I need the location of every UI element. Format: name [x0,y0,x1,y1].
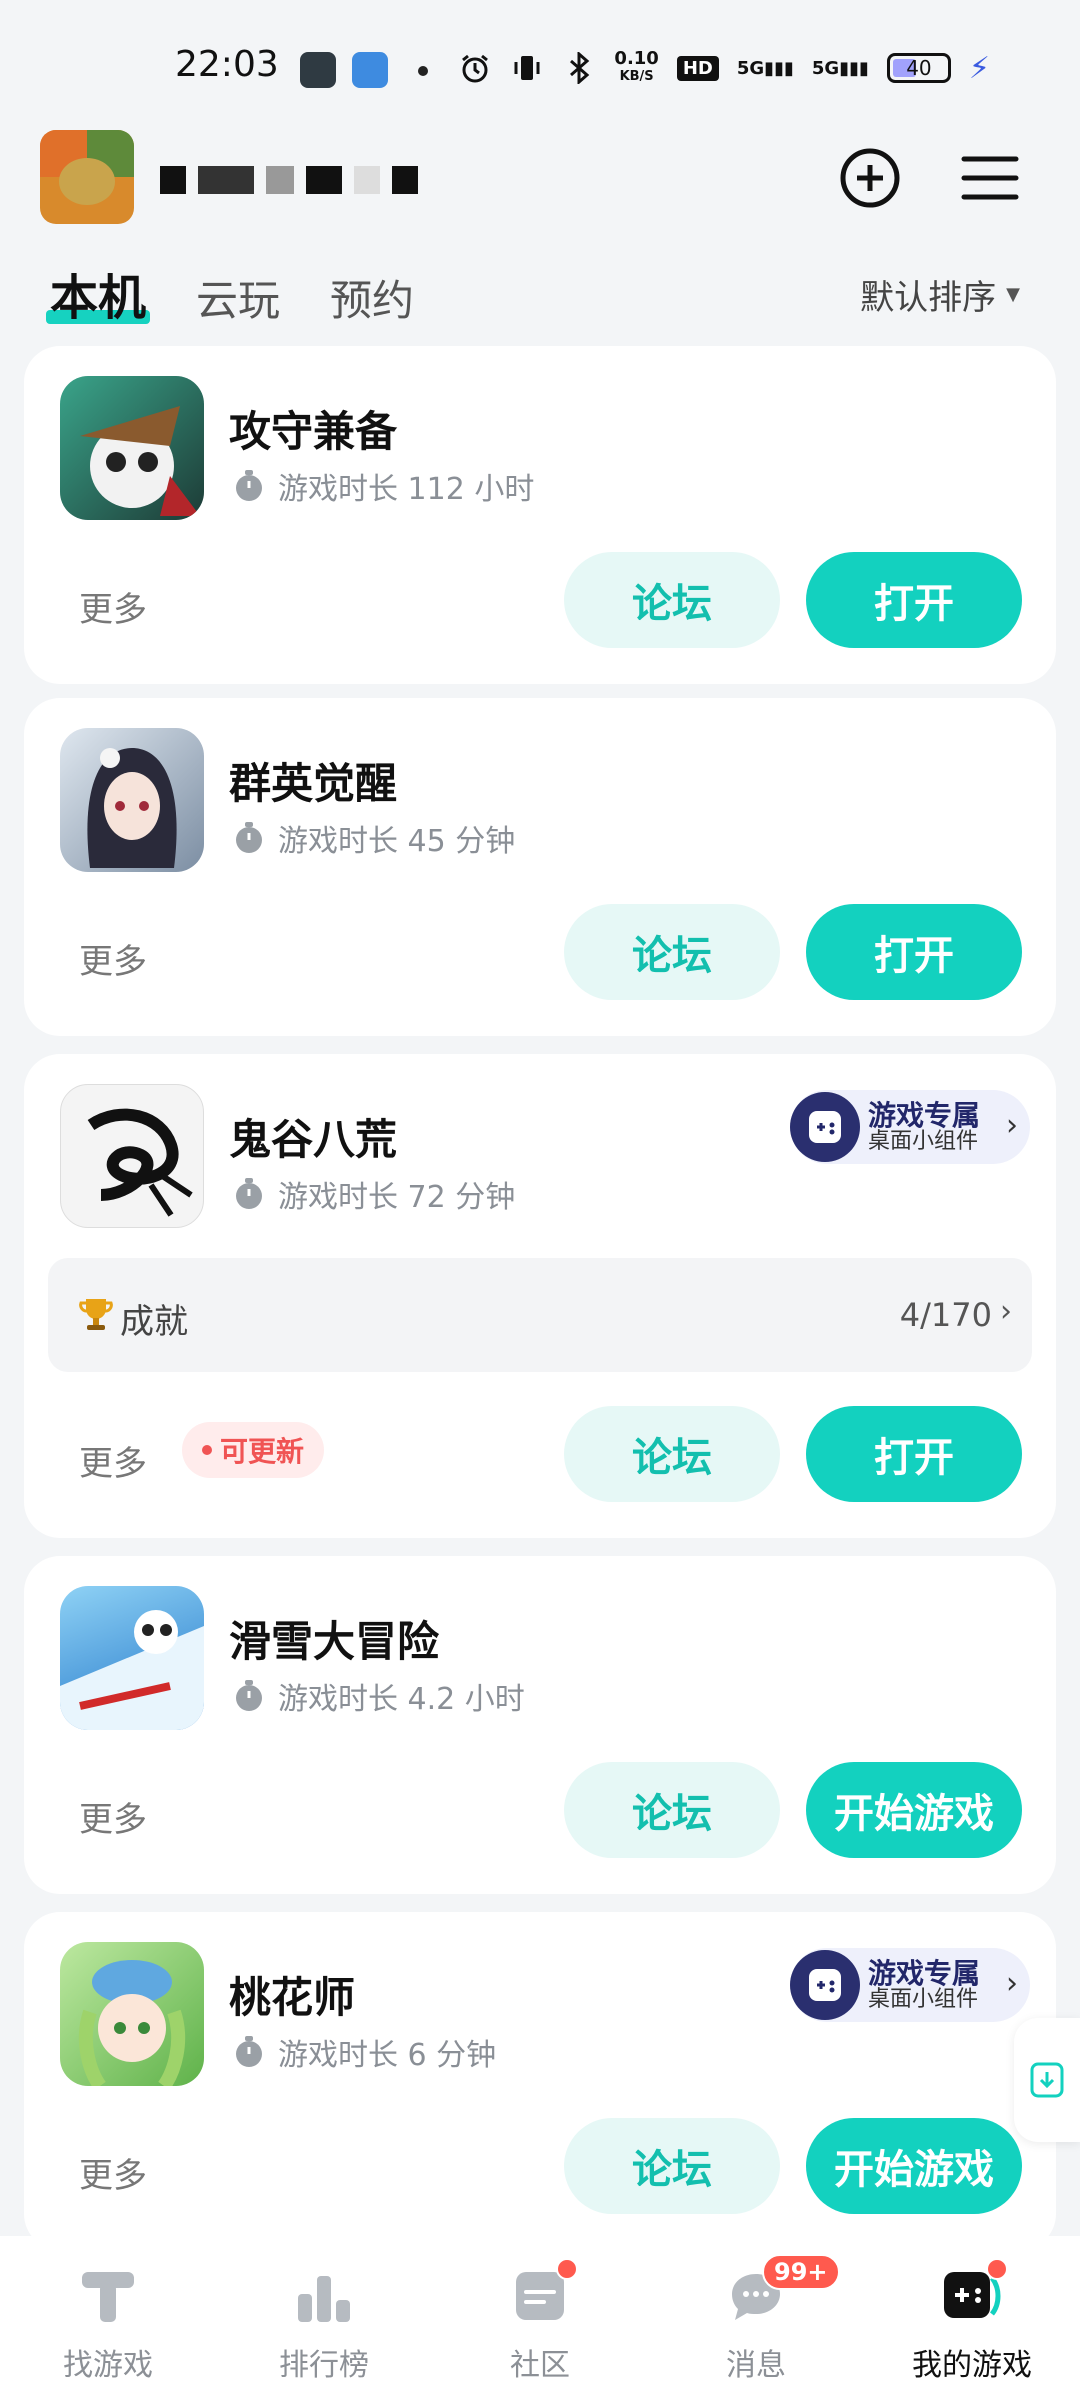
ranking-icon [292,2264,356,2328]
username-redacted [160,166,418,194]
vibrate-icon [510,51,544,85]
timer-icon [236,1680,262,1711]
playtime: 游戏时长 72 分钟 [232,1172,515,1216]
game-icon[interactable] [60,1084,204,1228]
chevron-right-icon: › [1000,1294,1012,1329]
alarm-icon [458,51,492,85]
forum-button[interactable]: 论坛 [564,1406,780,1502]
game-icon[interactable] [60,376,204,520]
game-card: 群英觉醒 游戏时长 45 分钟 更多 论坛 打开 [24,698,1056,1036]
user-avatar[interactable] [40,130,134,224]
game-icon[interactable] [60,728,204,872]
download-icon [1030,2062,1064,2098]
game-icon[interactable] [60,1586,204,1730]
start-game-button[interactable]: 开始游戏 [806,2118,1022,2214]
charging-icon: ⚡ [968,50,990,86]
forum-button[interactable]: 论坛 [564,1762,780,1858]
game-icon[interactable] [60,1942,204,2086]
sort-label: 默认排序 [860,278,997,318]
chevron-right-icon: › [1006,1108,1018,1143]
nav-rankings[interactable]: 排行榜 [216,2236,432,2400]
forum-button[interactable]: 论坛 [564,904,780,1000]
tab-local[interactable]: 本机 [45,258,151,328]
net-speed: 0.10 KB/S [614,48,659,85]
trophy-icon [78,1295,114,1342]
desktop-widget-badge[interactable]: 游戏专属 桌面小组件 › [790,1090,1030,1164]
game-card: 桃花师 游戏时长 6 分钟 游戏专属 桌面小组件 › 更多 论坛 开始游戏 [24,1912,1056,2250]
playtime: 游戏时长 4.2 小时 [232,1674,525,1718]
timer-icon [236,2036,262,2067]
community-icon [508,2258,578,2328]
achievement-count: 4/170 [899,1296,992,1334]
game-card: 滑雪大冒险 游戏时长 4.2 小时 更多 论坛 开始游戏 [24,1556,1056,1894]
bottom-navigation: 找游戏 排行榜 社区 99+ 消息 我的游戏 [0,2236,1080,2400]
game-tabs: 本机 云玩 预约 [45,258,414,328]
notification-app-icon [352,52,388,88]
notification-dot [556,2258,578,2280]
sort-dropdown[interactable]: 默认排序 ▼ [860,270,1020,319]
chevron-right-icon: › [1006,1966,1018,2001]
game-title: 滑雪大冒险 [229,1617,440,1666]
open-button[interactable]: 打开 [806,904,1022,1000]
playtime: 游戏时长 112 小时 [232,464,534,508]
add-icon[interactable] [838,146,902,210]
playtime: 游戏时长 6 分钟 [232,2030,496,2074]
hd-voice-icon: HD [676,55,719,81]
playtime: 游戏时长 45 分钟 [232,816,515,860]
status-time: 22:03 [175,44,279,85]
timer-icon [236,1178,262,1209]
more-link[interactable]: 更多 [79,2148,147,2197]
game-title: 鬼谷八荒 [229,1115,398,1164]
more-link[interactable]: 更多 [79,582,147,631]
find-games-icon [76,2264,140,2328]
my-games-icon [940,2258,1008,2328]
notification-app-icon [300,52,336,88]
gamepad-icon [790,1092,860,1162]
more-notifications-dot [418,66,428,76]
update-badge[interactable]: 可更新 [182,1422,325,1478]
more-link[interactable]: 更多 [79,934,147,983]
message-icon: 99+ [724,2254,840,2328]
more-link[interactable]: 更多 [79,1436,147,1485]
battery-icon: 40 [886,53,951,83]
game-card: 攻守兼备 游戏时长 112 小时 更多 论坛 打开 [24,346,1056,684]
more-link[interactable]: 更多 [79,1792,147,1841]
status-icons: 0.10 KB/S HD 5G▮▮▮ 5G▮▮▮ 40 ⚡ [458,50,990,86]
signal-icon: 5G▮▮▮ [736,57,794,79]
status-bar: 22:03 0.10 KB/S HD 5G▮▮▮ 5G▮▮▮ 40 ⚡ [0,0,1080,120]
widget-title: 游戏专属 [868,1956,981,1990]
signal-icon: 5G▮▮▮ [811,57,869,79]
game-title: 攻守兼备 [229,407,398,456]
forum-button[interactable]: 论坛 [564,552,780,648]
forum-button[interactable]: 论坛 [564,2118,780,2214]
timer-icon [236,822,262,853]
dot-icon [202,1445,212,1455]
timer-icon [236,470,262,501]
tab-cloud-play[interactable]: 云玩 [196,267,280,328]
nav-messages[interactable]: 99+ 消息 [648,2236,864,2400]
start-game-button[interactable]: 开始游戏 [806,1762,1022,1858]
gamepad-icon [790,1950,860,2020]
open-button[interactable]: 打开 [806,1406,1022,1502]
nav-community[interactable]: 社区 [432,2236,648,2400]
bluetooth-icon [562,51,596,85]
nav-my-games[interactable]: 我的游戏 [864,2236,1080,2400]
nav-find-games[interactable]: 找游戏 [0,2236,216,2400]
floating-download-tab[interactable] [1014,2018,1080,2142]
menu-icon[interactable] [958,146,1022,210]
game-title: 群英觉醒 [229,759,398,808]
desktop-widget-badge[interactable]: 游戏专属 桌面小组件 › [790,1948,1030,2022]
caret-down-icon: ▼ [1006,284,1020,305]
tab-reservation[interactable]: 预约 [330,267,414,328]
widget-subtitle: 桌面小组件 [868,1987,979,2013]
game-title: 桃花师 [229,1973,356,2022]
game-card: 鬼谷八荒 游戏时长 72 分钟 游戏专属 桌面小组件 › 成就 4/170 › … [24,1054,1056,1538]
widget-title: 游戏专属 [868,1098,981,1132]
open-button[interactable]: 打开 [806,552,1022,648]
achievement-label: 成就 [120,1302,188,1342]
widget-subtitle: 桌面小组件 [868,1129,979,1155]
achievement-row[interactable]: 成就 4/170 › [48,1258,1032,1372]
message-count-badge: 99+ [762,2254,840,2290]
notification-dot [986,2258,1008,2280]
